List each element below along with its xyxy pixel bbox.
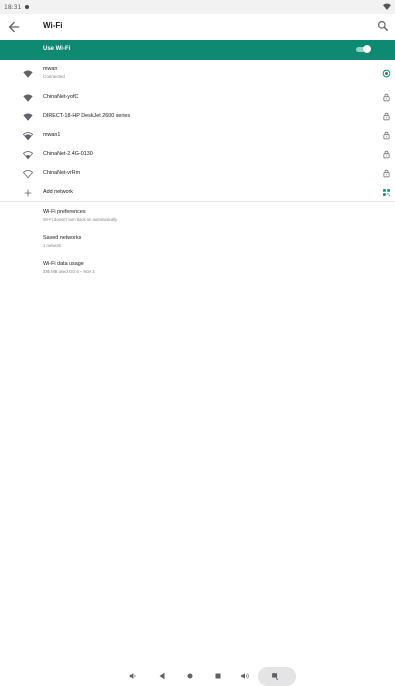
- search-icon[interactable]: [376, 19, 390, 33]
- notification-dot-icon: [25, 5, 30, 9]
- back-triangle-icon[interactable]: [157, 671, 167, 681]
- network-row-direct-hp[interactable]: DIRECT-18-HP DeskJet 2600 series: [0, 108, 395, 126]
- saved-networks-item[interactable]: Saved networks 1 network: [43, 235, 243, 248]
- volume-up-icon[interactable]: [240, 671, 250, 681]
- network-name: DIRECT-18-HP DeskJet 2600 series: [43, 113, 131, 119]
- plus-icon: [24, 189, 32, 197]
- status-bar: 18:31: [0, 0, 395, 14]
- home-circle-icon[interactable]: [185, 671, 195, 681]
- wifi-full-signal-icon: [23, 70, 33, 78]
- network-status: Connected: [43, 74, 65, 79]
- navigation-bar: [0, 667, 395, 686]
- wifi-preferences-item[interactable]: Wi-Fi preferences Wi-Fi doesn't turn bac…: [43, 209, 243, 222]
- network-row-mwan1[interactable]: mwan1: [0, 127, 395, 145]
- toggle-thumb: [363, 45, 371, 53]
- wifi-medium-signal-icon: [23, 151, 33, 160]
- use-wifi-label: Use Wi-Fi: [43, 46, 71, 52]
- add-network-row[interactable]: Add network: [0, 184, 395, 202]
- lock-icon: [383, 112, 390, 121]
- app-bar: Wi-Fi: [0, 14, 395, 40]
- wifi-full-signal-icon: [23, 113, 33, 121]
- network-name: mwan: [43, 66, 58, 72]
- connected-settings-icon[interactable]: [382, 69, 391, 78]
- wifi-settings-screen: 18:31 Wi-Fi Use Wi-Fi mwan Connected Chi…: [0, 0, 395, 686]
- lock-icon: [383, 150, 390, 159]
- add-network-label: Add network: [43, 189, 73, 195]
- wifi-strong-signal-icon: [23, 132, 33, 141]
- pref-subtitle: 1 network: [43, 243, 62, 248]
- pref-title: Wi-Fi data usage: [43, 261, 84, 267]
- pref-title: Saved networks: [43, 235, 82, 241]
- network-row-chinanet-0130[interactable]: ChinaNet-2.4G-0130: [0, 146, 395, 164]
- volume-down-icon[interactable]: [128, 671, 138, 681]
- network-name: ChinaNet-yofC: [43, 94, 79, 100]
- use-wifi-toggle[interactable]: [356, 45, 371, 53]
- section-divider: [0, 201, 395, 202]
- lock-icon: [383, 131, 390, 140]
- pref-title: Wi-Fi preferences: [43, 209, 86, 215]
- wifi-signal-icon: [383, 3, 391, 10]
- back-arrow-icon[interactable]: [6, 19, 22, 35]
- network-name: ChinaNet-2.4G-0130: [43, 151, 93, 157]
- network-row-chinanet-yofc[interactable]: ChinaNet-yofC: [0, 89, 395, 107]
- recents-square-icon[interactable]: [213, 671, 223, 681]
- status-time: 18:31: [4, 3, 22, 11]
- network-row-chinanet-vrrm[interactable]: ChinaNet-vrRm: [0, 165, 395, 183]
- qr-code-icon[interactable]: [382, 188, 391, 197]
- wifi-full-signal-icon: [23, 94, 33, 102]
- wifi-weak-signal-icon: [23, 170, 33, 179]
- screenshot-icon[interactable]: [270, 671, 280, 681]
- pref-subtitle: 295 MB used Oct 6 – Nov 3: [43, 269, 95, 274]
- page-title: Wi-Fi: [43, 21, 63, 30]
- wifi-data-usage-item[interactable]: Wi-Fi data usage 295 MB used Oct 6 – Nov…: [43, 261, 243, 274]
- pref-subtitle: Wi-Fi doesn't turn back on automatically: [43, 217, 118, 222]
- network-name: ChinaNet-vrRm: [43, 170, 81, 176]
- network-name: mwan1: [43, 132, 61, 138]
- lock-icon: [383, 93, 390, 102]
- use-wifi-switch-bar[interactable]: Use Wi-Fi: [0, 40, 395, 60]
- lock-icon: [383, 169, 390, 178]
- network-row-mwan[interactable]: mwan Connected: [0, 65, 395, 83]
